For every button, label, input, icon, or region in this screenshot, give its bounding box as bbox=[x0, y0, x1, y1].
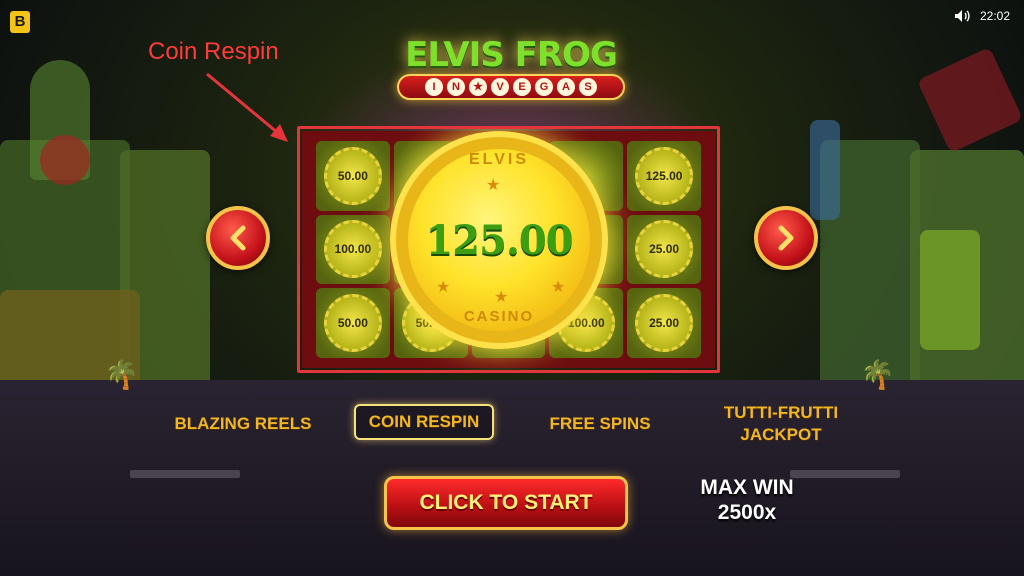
star-icon: ★ bbox=[486, 177, 501, 194]
star-icon: ★ bbox=[494, 289, 509, 306]
reel-cell: 25.00 bbox=[627, 214, 701, 285]
max-win-label: MAX WIN bbox=[700, 476, 794, 499]
next-feature-button[interactable] bbox=[754, 206, 818, 270]
coin-chip: 125.00 bbox=[635, 146, 694, 205]
tab-free-spins[interactable]: FREE SPINS bbox=[536, 413, 664, 435]
coin-bottom-text: CASINO bbox=[463, 308, 535, 325]
coin-chip: 50.00 bbox=[323, 294, 382, 353]
coin-value: 125.00 bbox=[425, 217, 573, 264]
coin-chip: 25.00 bbox=[635, 294, 694, 353]
star-icon: ★ bbox=[436, 279, 451, 296]
feature-preview: 50.00 125.00 100.00 25.00 50.00 50.00 10… bbox=[297, 126, 720, 373]
chevron-left-icon bbox=[230, 225, 246, 251]
reel-cell: 100.00 bbox=[316, 214, 390, 285]
coin-top-text: ELVIS bbox=[468, 151, 530, 168]
coin-chip: 50.00 bbox=[323, 146, 382, 205]
reel-cell: 25.00 bbox=[627, 288, 701, 358]
tab-tutti-frutti-jackpot[interactable]: TUTTI-FRUTTI JACKPOT bbox=[706, 402, 856, 446]
tab-coin-respin[interactable]: COIN RESPIN bbox=[354, 404, 494, 440]
reel-cell: 125.00 bbox=[627, 141, 701, 211]
max-win-value: 2500x bbox=[717, 501, 777, 524]
game-start-screen: 🌴 🌴 B 22:02 ELVIS FROG I N ★ V E G A S C… bbox=[0, 0, 1024, 576]
tab-blazing-reels[interactable]: BLAZING REELS bbox=[166, 413, 320, 435]
max-win-info: MAX WIN 2500x bbox=[688, 475, 806, 525]
previous-feature-button[interactable] bbox=[206, 206, 270, 270]
coin-chip: 25.00 bbox=[635, 220, 694, 279]
reel-cell: 50.00 bbox=[316, 288, 390, 358]
reel-cell: 50.00 bbox=[316, 141, 390, 211]
start-button[interactable]: CLICK TO START bbox=[384, 476, 628, 530]
star-icon: ★ bbox=[551, 279, 566, 296]
coin-chip: 100.00 bbox=[323, 220, 382, 279]
chevron-right-icon bbox=[778, 225, 794, 251]
tab-label-line: TUTTI-FRUTTI bbox=[723, 403, 839, 422]
big-coin: ELVIS ★ 125.00 ★ ★ ★ CASINO bbox=[390, 131, 608, 349]
tab-label-line: JACKPOT bbox=[740, 425, 822, 444]
